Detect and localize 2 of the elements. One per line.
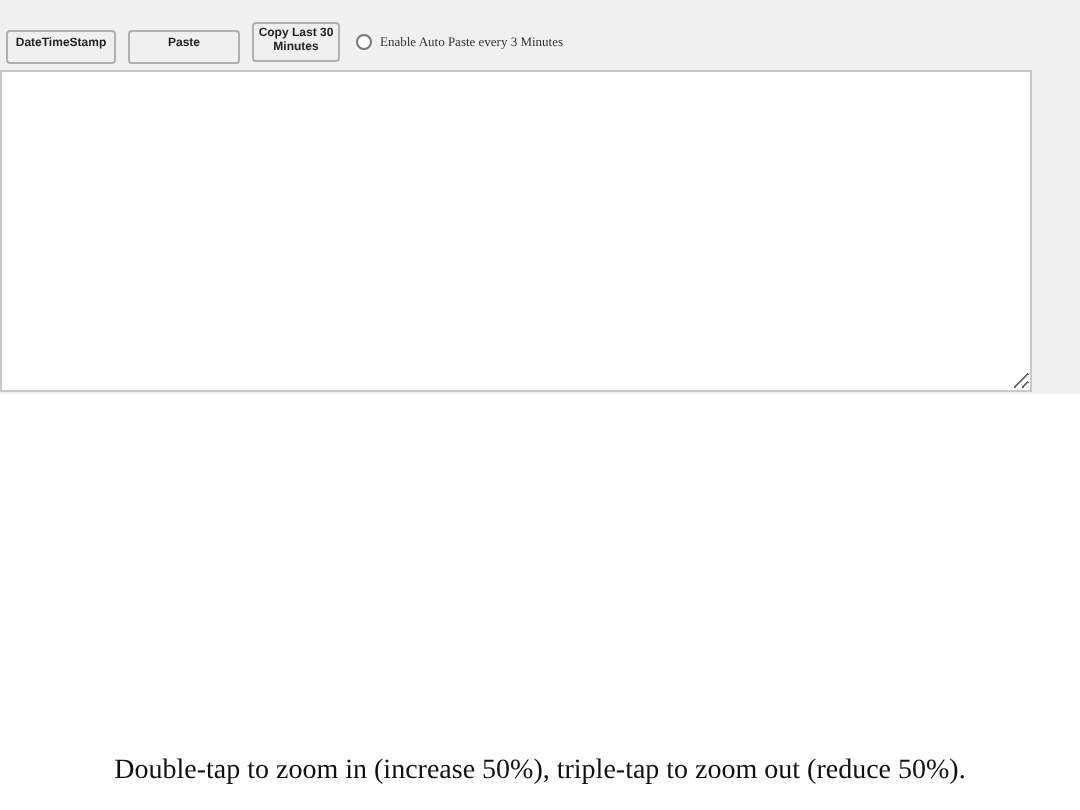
zoom-hint-text: Double-tap to zoom in (increase 50%), triple-tap to zoom out (reduce 50%).	[114, 756, 966, 788]
auto-paste-radio[interactable]	[356, 34, 372, 50]
